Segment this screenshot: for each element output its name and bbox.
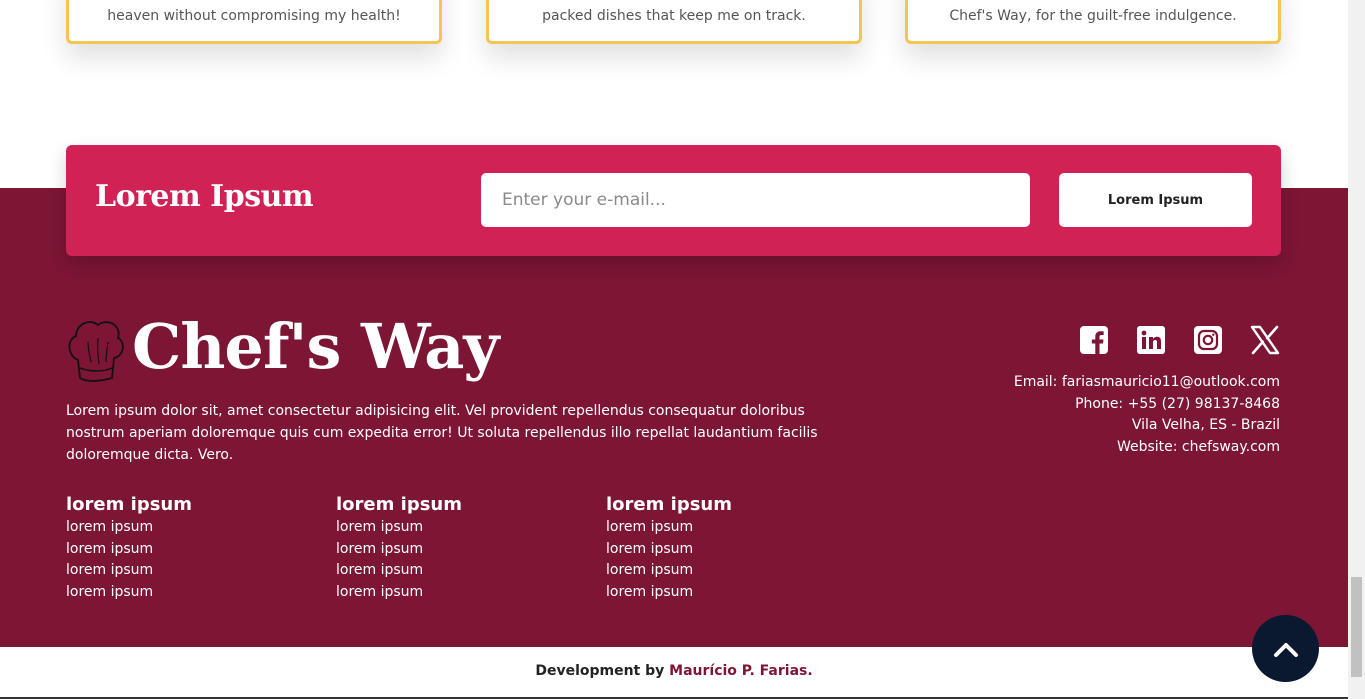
contact-email: Email: fariasmauricio11@outlook.com bbox=[1013, 374, 1280, 390]
link-column-heading: lorem ipsum bbox=[336, 494, 462, 515]
footer-link[interactable]: lorem ipsum bbox=[66, 517, 192, 539]
footer-link[interactable]: lorem ipsum bbox=[606, 517, 732, 539]
testimonial-text: heaven without compromising my health! bbox=[107, 8, 401, 24]
footer-link[interactable]: lorem ipsum bbox=[606, 560, 732, 582]
back-to-top-button[interactable] bbox=[1252, 615, 1319, 682]
scrollbar[interactable] bbox=[1348, 0, 1365, 699]
brand-description: Lorem ipsum dolor sit, amet consectetur … bbox=[66, 403, 818, 463]
social-links bbox=[1079, 324, 1280, 356]
footer-link[interactable]: lorem ipsum bbox=[606, 539, 732, 561]
link-column-heading: lorem ipsum bbox=[66, 494, 192, 515]
linkedin-icon[interactable] bbox=[1136, 324, 1166, 356]
link-column: lorem ipsum lorem ipsum lorem ipsum lore… bbox=[336, 494, 462, 604]
scrollbar-thumb[interactable] bbox=[1351, 577, 1362, 677]
developer-link[interactable]: Maurício P. Farias. bbox=[669, 663, 813, 679]
footer-link[interactable]: lorem ipsum bbox=[66, 539, 192, 561]
instagram-icon[interactable] bbox=[1193, 324, 1223, 356]
link-column: lorem ipsum lorem ipsum lorem ipsum lore… bbox=[66, 494, 192, 604]
chef-hat-icon bbox=[68, 321, 124, 382]
facebook-icon[interactable] bbox=[1079, 324, 1109, 356]
contact-phone: Phone: +55 (27) 98137-8468 bbox=[1075, 395, 1280, 412]
credits-bar: Development by Maurício P. Farias. bbox=[0, 647, 1348, 697]
footer-link[interactable]: lorem ipsum bbox=[336, 560, 462, 582]
footer-link[interactable]: lorem ipsum bbox=[336, 539, 462, 561]
contact-website: Website: chefsway.com bbox=[1116, 439, 1280, 456]
contact-location: Vila Velha, ES - Brazil bbox=[1131, 417, 1280, 434]
testimonial-text: Chef's Way, for the guilt-free indulgenc… bbox=[949, 8, 1237, 24]
email-input[interactable] bbox=[481, 173, 1030, 227]
credits-prefix: Development by bbox=[535, 663, 670, 679]
brand-name: Chef's Way bbox=[132, 310, 499, 383]
link-column: lorem ipsum lorem ipsum lorem ipsum lore… bbox=[606, 494, 732, 604]
footer-link[interactable]: lorem ipsum bbox=[336, 582, 462, 604]
subscribe-button[interactable]: Lorem Ipsum bbox=[1059, 173, 1252, 227]
footer-link[interactable]: lorem ipsum bbox=[336, 517, 462, 539]
newsletter-title: Lorem Ipsum bbox=[95, 179, 314, 214]
newsletter-banner: Lorem Ipsum Lorem Ipsum bbox=[66, 145, 1281, 256]
credits-text: Development by Maurício P. Farias. bbox=[0, 663, 1348, 679]
link-column-heading: lorem ipsum bbox=[606, 494, 732, 515]
footer-link[interactable]: lorem ipsum bbox=[66, 560, 192, 582]
testimonial-card: heaven without compromising my health! bbox=[66, 0, 442, 44]
testimonial-card: Chef's Way, for the guilt-free indulgenc… bbox=[905, 0, 1281, 44]
chevron-up-icon bbox=[1273, 642, 1298, 657]
contact-info: Email: fariasmauricio11@outlook.com Phon… bbox=[1014, 372, 1280, 459]
footer-link[interactable]: lorem ipsum bbox=[606, 582, 732, 604]
x-icon[interactable] bbox=[1250, 324, 1280, 356]
footer-link[interactable]: lorem ipsum bbox=[66, 582, 192, 604]
testimonial-card: packed dishes that keep me on track. bbox=[486, 0, 862, 44]
testimonial-text: packed dishes that keep me on track. bbox=[542, 8, 806, 24]
